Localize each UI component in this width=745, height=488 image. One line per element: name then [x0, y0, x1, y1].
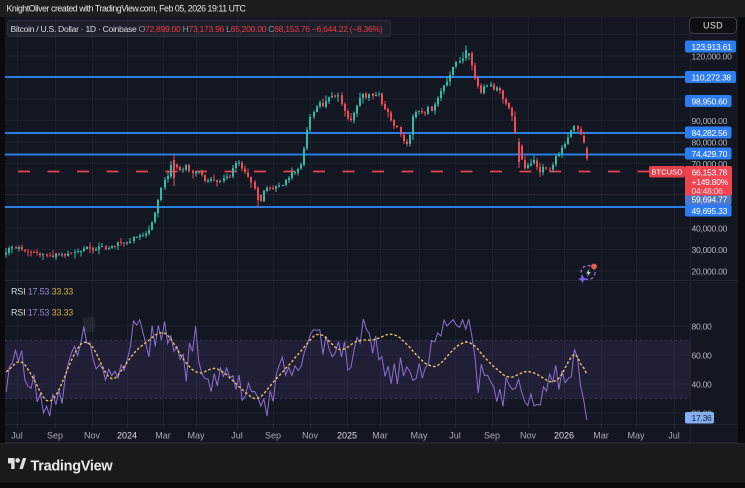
svg-text:USD: USD: [703, 21, 723, 31]
svg-text:80,000.00: 80,000.00: [692, 137, 728, 147]
svg-text:Nov: Nov: [520, 431, 537, 441]
svg-text:Sep: Sep: [484, 431, 500, 441]
svg-text:BTCUSD: BTCUSD: [651, 167, 683, 176]
svg-text:80.00: 80.00: [692, 321, 713, 331]
svg-text:May: May: [627, 431, 645, 441]
svg-text:Mar: Mar: [155, 431, 171, 441]
svg-text:74,429.70: 74,429.70: [692, 149, 728, 159]
svg-text:Mar: Mar: [372, 431, 388, 441]
svg-text:66,153.78: 66,153.78: [692, 167, 728, 177]
svg-text:49,695.33: 49,695.33: [692, 206, 728, 216]
svg-text:RSI 17.53 33.33: RSI 17.53 33.33: [11, 287, 73, 297]
svg-text:TradingView: TradingView: [31, 459, 114, 475]
svg-text:Sep: Sep: [47, 431, 63, 441]
svg-text:84,282.56: 84,282.56: [692, 128, 728, 138]
svg-text:60.00: 60.00: [692, 350, 713, 360]
svg-text:Nov: Nov: [84, 431, 101, 441]
svg-text:04:48:06: 04:48:06: [692, 186, 724, 196]
svg-text:Jul: Jul: [668, 431, 680, 441]
svg-text:110,272.38: 110,272.38: [692, 72, 732, 82]
svg-text:Bitcoin / U.S. Dollar · 1D · C: Bitcoin / U.S. Dollar · 1D · Coinbase O7…: [11, 24, 383, 34]
svg-text:98,950.60: 98,950.60: [692, 96, 728, 106]
svg-text:KnightOliver created with Trad: KnightOliver created with TradingView.co…: [7, 4, 247, 14]
svg-text:2025: 2025: [337, 431, 357, 441]
svg-text:2026: 2026: [554, 431, 574, 441]
svg-text:40.00: 40.00: [692, 379, 713, 389]
svg-text:30,000.00: 30,000.00: [692, 245, 728, 255]
svg-text:Mar: Mar: [593, 431, 609, 441]
svg-text:20,000.00: 20,000.00: [692, 266, 728, 276]
svg-text:17.36: 17.36: [692, 413, 713, 423]
svg-text:2024: 2024: [117, 431, 137, 441]
svg-text:May: May: [187, 431, 205, 441]
svg-text:RSI 17.53 33.33: RSI 17.53 33.33: [11, 308, 73, 318]
svg-text:Nov: Nov: [302, 431, 319, 441]
svg-text:Jul: Jul: [449, 431, 461, 441]
svg-text:40,000.00: 40,000.00: [692, 223, 728, 233]
svg-text:Sep: Sep: [265, 431, 281, 441]
svg-text:90,000.00: 90,000.00: [692, 116, 728, 126]
svg-text:Jul: Jul: [11, 431, 23, 441]
svg-text:Jul: Jul: [231, 431, 243, 441]
svg-text:123,913.61: 123,913.61: [692, 42, 733, 52]
svg-text:120,000.00: 120,000.00: [692, 51, 733, 61]
svg-text:May: May: [410, 431, 428, 441]
